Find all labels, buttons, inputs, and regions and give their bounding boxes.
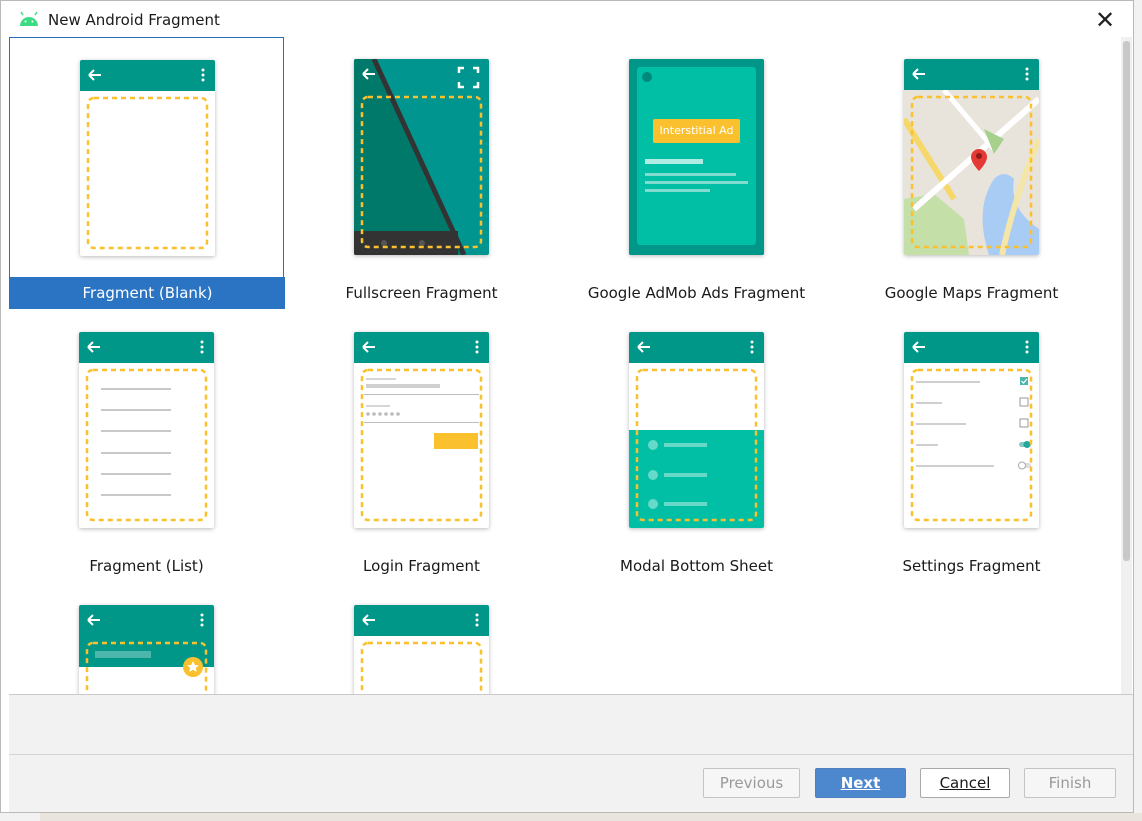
fullscreen-fragment-preview <box>354 59 489 255</box>
template-card-fragment-list[interactable]: Fragment (List) <box>9 310 284 582</box>
cancel-button[interactable]: Cancel <box>920 768 1010 798</box>
android-icon <box>20 11 38 26</box>
title-bar[interactable]: New Android Fragment ✕ <box>1 1 1133 38</box>
template-label: Fullscreen Fragment <box>345 284 498 302</box>
next-button[interactable]: Next <box>815 768 906 798</box>
description-area <box>9 695 1133 755</box>
close-icon[interactable]: ✕ <box>1091 7 1119 33</box>
previous-button[interactable]: Previous <box>703 768 800 798</box>
template-card-scrolling[interactable] <box>9 583 284 694</box>
fragment-viewmodel-preview <box>354 605 489 694</box>
template-card-viewmodel[interactable] <box>284 583 559 694</box>
template-label: Settings Fragment <box>902 557 1041 575</box>
template-label: Google AdMob Ads Fragment <box>587 284 806 302</box>
template-label: Login Fragment <box>363 557 480 575</box>
template-card-settings[interactable]: Settings Fragment <box>834 310 1109 582</box>
template-label: Fragment (Blank) <box>10 277 285 309</box>
template-label: Google Maps Fragment <box>884 284 1059 302</box>
bottom-sheet-preview <box>629 332 764 528</box>
gallery-scrollbar[interactable] <box>1121 37 1132 694</box>
template-card-bottom-sheet[interactable]: Modal Bottom Sheet <box>559 310 834 582</box>
template-label: Modal Bottom Sheet <box>620 557 773 575</box>
maps-fragment-preview <box>904 59 1039 255</box>
template-label: Fragment (List) <box>89 557 204 575</box>
finish-button[interactable]: Finish <box>1024 768 1116 798</box>
settings-fragment-preview <box>904 332 1039 528</box>
template-gallery: Fragment (Blank) Fullscreen Fragment Int… <box>9 37 1119 694</box>
interstitial-ad-badge: Interstitial Ad <box>659 124 734 137</box>
blank-fragment-preview <box>80 60 215 256</box>
login-fragment-preview <box>354 332 489 528</box>
scrollbar-thumb[interactable] <box>1123 41 1130 561</box>
background-window-edge <box>40 813 1142 821</box>
template-card-maps[interactable]: Google Maps Fragment <box>834 37 1109 309</box>
admob-fragment-preview: Interstitial Ad <box>629 59 764 255</box>
dialog-title: New Android Fragment <box>48 11 220 29</box>
template-card-login[interactable]: Login Fragment <box>284 310 559 582</box>
template-card-admob[interactable]: Interstitial Ad Google AdMob Ads Fragmen… <box>559 37 834 309</box>
template-card-fragment-blank[interactable]: Fragment (Blank) <box>9 37 285 309</box>
list-fragment-preview <box>79 332 214 528</box>
scrolling-fragment-preview <box>79 605 214 694</box>
template-card-fullscreen[interactable]: Fullscreen Fragment <box>284 37 559 309</box>
